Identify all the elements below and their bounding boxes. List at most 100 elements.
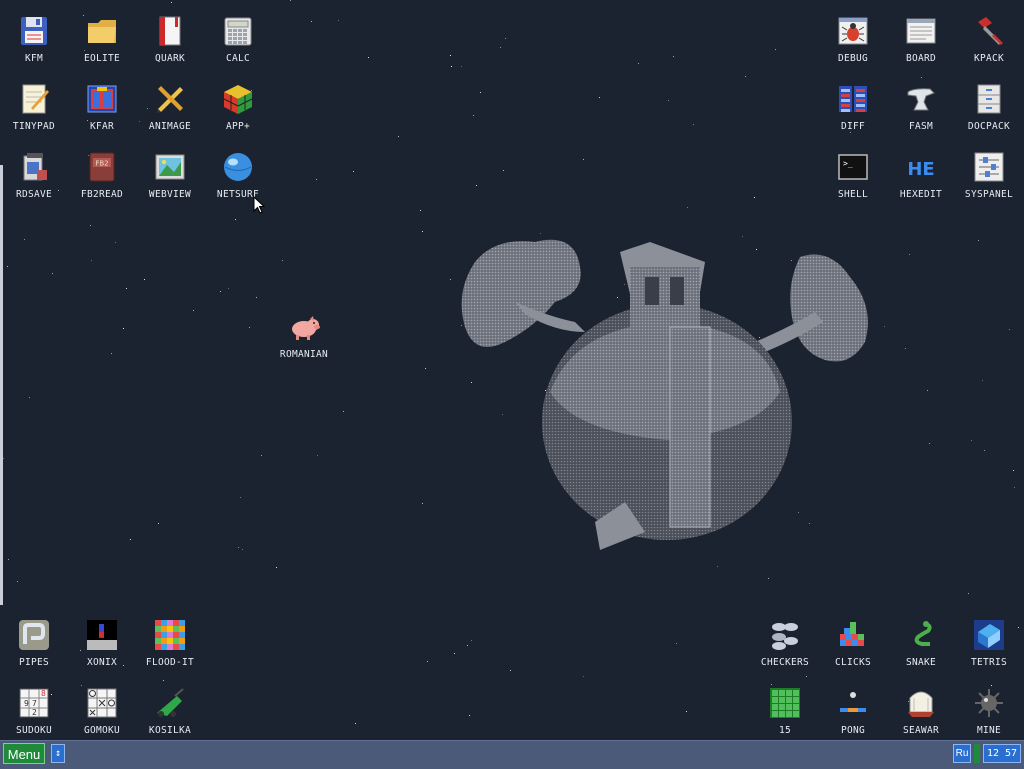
mine-icon xyxy=(972,686,1006,720)
xonix-icon xyxy=(85,618,119,652)
desktop-icon-checkers[interactable]: CHECKERS xyxy=(751,612,819,678)
fifteen-icon xyxy=(768,686,802,720)
seawar-icon xyxy=(904,686,938,720)
icon-label: KPACK xyxy=(973,53,1005,64)
desktop-icon-diff[interactable]: DIFF xyxy=(819,76,887,142)
web-image-icon xyxy=(153,150,187,184)
desktop-icon-debug[interactable]: DEBUG xyxy=(819,8,887,74)
desktop-icon-kfar[interactable]: KFAR xyxy=(68,76,136,142)
desktop-icon-sudoku[interactable]: 9 7 8 2 SUDOKU xyxy=(0,680,68,746)
language-indicator[interactable]: Ru xyxy=(953,744,971,763)
desktop-icon-kosilka[interactable]: KOSILKA xyxy=(136,680,204,746)
mouse-cursor xyxy=(253,196,265,214)
desktop-icon-app-[interactable]: APP+ xyxy=(204,76,272,142)
svg-text:9: 9 xyxy=(24,699,29,708)
pong-icon xyxy=(836,686,870,720)
desktop-icon-fb2read[interactable]: FB2 FB2READ xyxy=(68,144,136,210)
checkers-icon xyxy=(768,618,802,652)
svg-text:8: 8 xyxy=(41,689,46,698)
icon-label: ROMANIAN xyxy=(279,349,329,360)
icon-label: EOLITE xyxy=(83,53,121,64)
snake-icon xyxy=(904,618,938,652)
desktop-icon-xonix[interactable]: XONIX xyxy=(68,612,136,678)
gomoku-icon xyxy=(85,686,119,720)
clicks-icon xyxy=(836,618,870,652)
fb2-book-icon: FB2 xyxy=(85,150,119,184)
icon-label: WEBVIEW xyxy=(148,189,192,200)
bug-icon xyxy=(836,14,870,48)
notepad-icon xyxy=(17,82,51,116)
desktop-icon-kfm[interactable]: KFM xyxy=(0,8,68,74)
icon-label: DIFF xyxy=(840,121,866,132)
desktop-icon-mine[interactable]: MINE xyxy=(955,680,1023,746)
desktop-icon-tetris[interactable]: TETRIS xyxy=(955,612,1023,678)
desktop-icon-docpack[interactable]: DOCPACK xyxy=(955,76,1023,142)
icon-label: KFM xyxy=(24,53,44,64)
taskbar-scroll-button[interactable]: ↕ xyxy=(51,744,65,763)
desktop-icon-seawar[interactable]: SEAWAR xyxy=(887,680,955,746)
desktop-icon-webview[interactable]: WEBVIEW xyxy=(136,144,204,210)
desktop-icon-fasm[interactable]: FASM xyxy=(887,76,955,142)
desktop-icon-syspanel[interactable]: SYSPANEL xyxy=(955,144,1023,210)
icon-label: CHECKERS xyxy=(760,657,810,668)
pencil-ruler-icon xyxy=(153,82,187,116)
icon-label: DOCPACK xyxy=(967,121,1011,132)
desktop-icon-board[interactable]: BOARD xyxy=(887,8,955,74)
folder-icon xyxy=(85,14,119,48)
svg-text:7: 7 xyxy=(32,699,37,708)
desktop-icon-tinypad[interactable]: TINYPAD xyxy=(0,76,68,142)
icon-label: BOARD xyxy=(905,53,937,64)
desktop-icon-pong[interactable]: PONG xyxy=(819,680,887,746)
calculator-icon xyxy=(221,14,255,48)
desktop-icon-quark[interactable]: QUARK xyxy=(136,8,204,74)
icon-label: PONG xyxy=(840,725,866,736)
icon-label: KFAR xyxy=(89,121,115,132)
icon-label: QUARK xyxy=(154,53,186,64)
pipes-icon xyxy=(17,618,51,652)
icon-label: CALC xyxy=(225,53,251,64)
icon-label: SHELL xyxy=(837,189,869,200)
desktop-icon-flood-it[interactable]: FLOOD-IT xyxy=(136,612,204,678)
icon-label: GOMOKU xyxy=(83,725,121,736)
icon-label: FLOOD-IT xyxy=(145,657,195,668)
desktop-icon-animage[interactable]: ANIMAGE xyxy=(136,76,204,142)
taskbar xyxy=(0,740,1024,769)
desktop-icon-hexedit[interactable]: HE HEXEDIT xyxy=(887,144,955,210)
hammer-icon xyxy=(972,14,1006,48)
book-icon xyxy=(153,14,187,48)
hex-icon: HE xyxy=(904,150,938,184)
icon-label: TETRIS xyxy=(970,657,1008,668)
desktop-icon-shell[interactable]: >_ SHELL xyxy=(819,144,887,210)
svg-text:FB2: FB2 xyxy=(95,160,108,168)
desktop-icon-clicks[interactable]: CLICKS xyxy=(819,612,887,678)
board-icon xyxy=(904,14,938,48)
menu-button[interactable]: Menu xyxy=(3,743,45,764)
desktop-icon-calc[interactable]: CALC xyxy=(204,8,272,74)
desktop-icon-romanian[interactable]: ROMANIAN xyxy=(270,304,338,370)
icon-label: SEAWAR xyxy=(902,725,940,736)
archive-icon xyxy=(85,82,119,116)
clock[interactable]: 12 57 xyxy=(983,744,1021,763)
left-edge-bar xyxy=(0,165,3,605)
desktop-icon-rdsave[interactable]: RDSAVE xyxy=(0,144,68,210)
anvil-icon xyxy=(904,82,938,116)
desktop-icon-eolite[interactable]: EOLITE xyxy=(68,8,136,74)
desktop-icon-snake[interactable]: SNAKE xyxy=(887,612,955,678)
svg-text:2: 2 xyxy=(32,708,37,717)
svg-text:HE: HE xyxy=(907,159,934,180)
icon-label: HEXEDIT xyxy=(899,189,943,200)
tetris-icon xyxy=(972,618,1006,652)
desktop-icon-gomoku[interactable]: GOMOKU xyxy=(68,680,136,746)
icon-label: SNAKE xyxy=(905,657,937,668)
cabinet-icon xyxy=(972,82,1006,116)
icon-label: FASM xyxy=(908,121,934,132)
disk-save-icon xyxy=(17,150,51,184)
desktop-icon-pipes[interactable]: PIPES xyxy=(0,612,68,678)
globe-icon xyxy=(221,150,255,184)
desktop-icon-kpack[interactable]: KPACK xyxy=(955,8,1023,74)
tray-indicator xyxy=(974,744,980,763)
icon-label: XONIX xyxy=(86,657,118,668)
desktop-icon-15[interactable]: 15 xyxy=(751,680,819,746)
icon-label: TINYPAD xyxy=(12,121,56,132)
icon-label: DEBUG xyxy=(837,53,869,64)
